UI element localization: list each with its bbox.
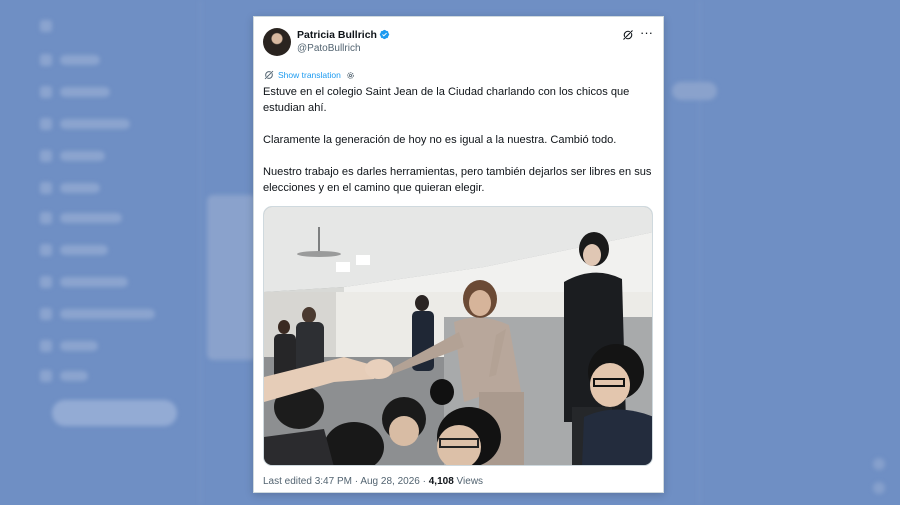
bg-nav-icon	[40, 86, 52, 98]
tweet-paragraph: Claramente la generación de hoy no es ig…	[263, 134, 617, 146]
bg-nav-icon	[40, 244, 52, 256]
show-translation-link[interactable]: Show translation	[278, 70, 341, 80]
bg-nav-label	[60, 55, 100, 65]
translation-row[interactable]: Show translation	[264, 69, 355, 81]
tweet-text: Estuve en el colegio Saint Jean de la Ci…	[263, 84, 658, 196]
bg-nav-icon	[40, 54, 52, 66]
bg-nav-label	[60, 213, 122, 223]
bg-nav-icon	[40, 212, 52, 224]
bg-media-block	[207, 195, 257, 360]
separator: ·	[422, 476, 426, 487]
verified-badge-icon	[379, 29, 390, 40]
tweet-card: Patricia Bullrich @PatoBullrich ··· Show…	[253, 16, 664, 493]
bg-nav-label	[60, 151, 105, 161]
translate-icon	[264, 70, 274, 80]
views-count[interactable]: 4,108	[429, 476, 454, 487]
bg-nav-label	[60, 245, 108, 255]
bg-corner-icon	[873, 482, 885, 494]
background-sidebar	[40, 0, 190, 505]
tweet-paragraph: Nuestro trabajo es darles herramientas, …	[263, 166, 652, 194]
bg-nav-icon	[40, 150, 52, 162]
bg-post-button	[52, 400, 177, 426]
bg-nav-label	[60, 309, 155, 319]
tweet-paragraph: Estuve en el colegio Saint Jean de la Ci…	[263, 86, 630, 114]
tweet-footer: Last edited 3:47 PM · Aug 28, 2026 · 4,1…	[263, 476, 483, 487]
bg-nav-icon	[40, 340, 52, 352]
grok-icon[interactable]	[622, 29, 634, 41]
views-label: Views	[456, 476, 484, 487]
author-handle[interactable]: @PatoBullrich	[297, 43, 361, 54]
bg-nav-label	[60, 87, 110, 97]
author-name[interactable]: Patricia Bullrich	[297, 29, 377, 41]
bg-nav-label	[60, 119, 130, 129]
bg-follow-pill	[672, 82, 717, 100]
bg-nav-icon	[40, 118, 52, 130]
more-options-icon[interactable]: ···	[640, 26, 653, 39]
bg-nav-label	[60, 371, 88, 381]
bg-nav-label	[60, 183, 100, 193]
edited-label[interactable]: Last edited	[263, 476, 312, 487]
bg-nav-icon	[40, 370, 52, 382]
tweet-photo[interactable]	[263, 206, 653, 466]
bg-logo	[40, 20, 52, 32]
classroom-photo	[264, 207, 652, 465]
bg-corner-icon	[873, 458, 885, 470]
separator: ·	[354, 476, 359, 487]
post-time[interactable]: 3:47 PM	[315, 476, 352, 487]
bg-nav-icon	[40, 182, 52, 194]
bg-nav-label	[60, 277, 128, 287]
bg-nav-icon	[40, 276, 52, 288]
gear-icon[interactable]	[346, 71, 355, 80]
bg-nav-label	[60, 341, 98, 351]
post-date[interactable]: Aug 28, 2026	[360, 476, 420, 487]
bg-nav-icon	[40, 308, 52, 320]
avatar[interactable]	[263, 28, 291, 56]
